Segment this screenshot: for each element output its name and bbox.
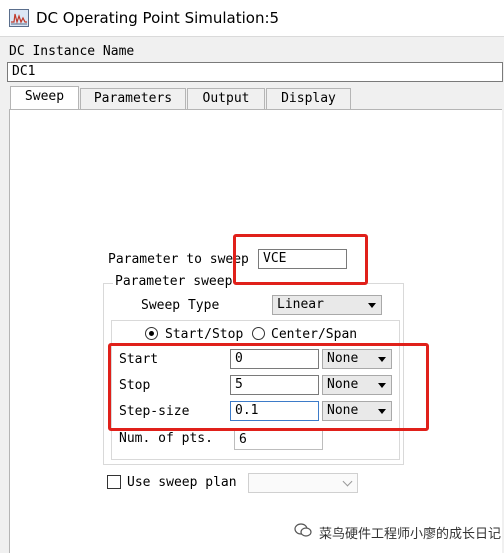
radio-center-span[interactable] [252, 327, 265, 340]
instance-name-input[interactable]: DC1 [7, 62, 503, 82]
highlight-range-box [108, 343, 429, 431]
tab-display[interactable]: Display [266, 88, 351, 110]
sweep-type-value: Linear [277, 297, 324, 312]
window-title: DC Operating Point Simulation:5 [36, 9, 280, 27]
instance-name-label: DC Instance Name [9, 44, 135, 59]
radio-center-span-label: Center/Span [271, 327, 358, 342]
wechat-icon [294, 523, 312, 537]
radio-start-stop-label: Start/Stop [165, 327, 244, 342]
chevron-down-icon [368, 303, 376, 308]
radio-selected-dot [149, 331, 154, 336]
tab-parameters[interactable]: Parameters [80, 88, 186, 110]
param-to-sweep-label: Parameter to sweep [108, 252, 249, 267]
sweep-type-label: Sweep Type [141, 298, 220, 313]
waveform-icon [9, 9, 29, 27]
title-separator [0, 36, 504, 37]
sweep-type-select[interactable]: Linear [272, 295, 382, 315]
sweep-plan-select[interactable] [248, 473, 358, 493]
tab-output[interactable]: Output [187, 88, 265, 110]
chevron-down-icon [342, 476, 353, 487]
radio-start-stop[interactable] [145, 327, 158, 340]
use-sweep-plan-checkbox[interactable] [107, 475, 121, 489]
use-sweep-plan-label: Use sweep plan [127, 475, 237, 490]
highlight-param-box [233, 234, 368, 285]
num-points-input[interactable]: 6 [234, 430, 323, 450]
parameter-sweep-group-label: Parameter sweep [113, 274, 235, 289]
watermark-text: 菜鸟硬件工程师小廖的成长日记 [319, 527, 502, 542]
tab-sweep[interactable]: Sweep [10, 86, 79, 110]
num-points-label: Num. of pts. [119, 431, 213, 446]
